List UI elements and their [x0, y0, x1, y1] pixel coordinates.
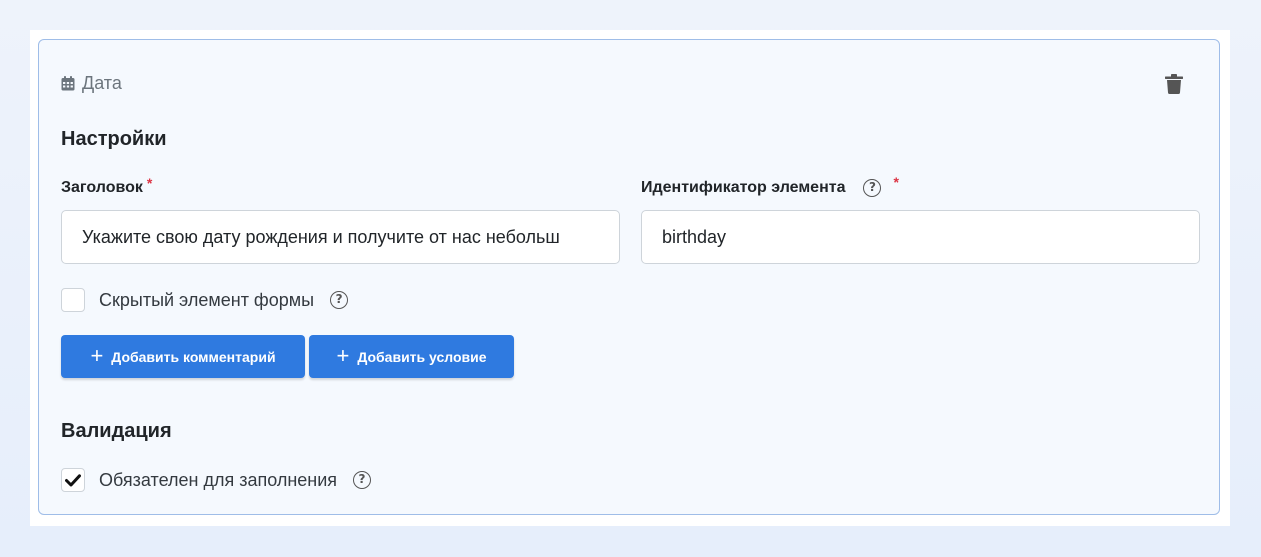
add-condition-button[interactable]: + Добавить условие	[309, 335, 514, 378]
add-condition-label: Добавить условие	[357, 348, 487, 365]
title-label-text: Заголовок	[61, 179, 143, 196]
required-mark: *	[893, 174, 899, 190]
add-comment-button[interactable]: + Добавить комментарий	[61, 335, 305, 378]
title-field-label: Заголовок *	[61, 175, 152, 197]
hidden-element-row: Скрытый элемент формы ?	[61, 288, 349, 312]
element-type-header: Дата	[61, 73, 122, 94]
settings-section-title: Настройки	[61, 128, 167, 150]
hidden-element-checkbox[interactable]	[61, 288, 85, 312]
trash-icon[interactable]	[1165, 74, 1183, 94]
checkmark-icon	[65, 473, 81, 486]
required-help-icon[interactable]: ?	[353, 471, 372, 489]
hidden-element-label: Скрытый элемент формы	[99, 289, 315, 310]
element-type-label: Дата	[82, 73, 122, 93]
required-checkbox[interactable]	[61, 468, 85, 492]
title-input[interactable]	[61, 210, 620, 264]
id-field-label: Идентификатор элемента ? *	[641, 174, 899, 197]
add-comment-label: Добавить комментарий	[111, 348, 276, 365]
element-id-input[interactable]	[641, 210, 1200, 264]
required-label: Обязателен для заполнения	[99, 469, 338, 490]
plus-icon: +	[90, 342, 104, 368]
required-mark: *	[146, 175, 153, 191]
plus-icon: +	[336, 342, 350, 368]
id-help-icon[interactable]: ?	[863, 179, 882, 197]
id-label-text: Идентификатор элемента	[641, 179, 846, 196]
form-element-card: Дата Настройки Заголовок * Идентификатор…	[38, 39, 1220, 515]
calendar-icon	[61, 76, 75, 91]
required-row: Обязателен для заполнения ?	[61, 468, 372, 492]
validation-section-title: Валидация	[61, 420, 172, 442]
hidden-help-icon[interactable]: ?	[330, 291, 349, 309]
